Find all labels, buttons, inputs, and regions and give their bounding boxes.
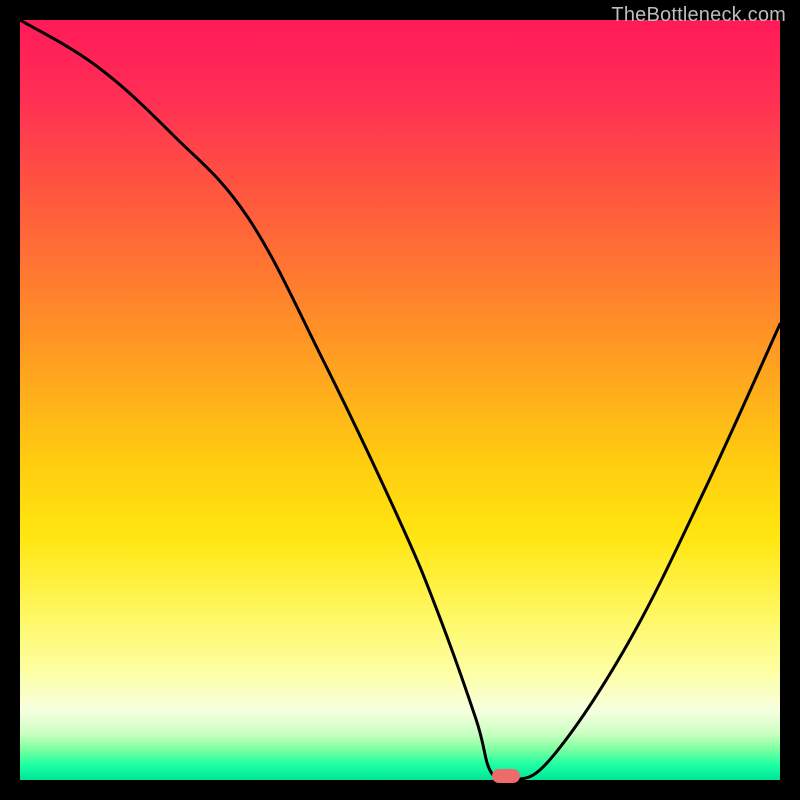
plot-gradient-area xyxy=(20,20,780,780)
optimum-marker xyxy=(492,769,520,783)
y-axis-strip xyxy=(0,0,20,800)
x-axis-strip xyxy=(0,780,800,800)
watermark-text: TheBottleneck.com xyxy=(611,4,786,27)
chart-frame: TheBottleneck.com xyxy=(0,0,800,800)
